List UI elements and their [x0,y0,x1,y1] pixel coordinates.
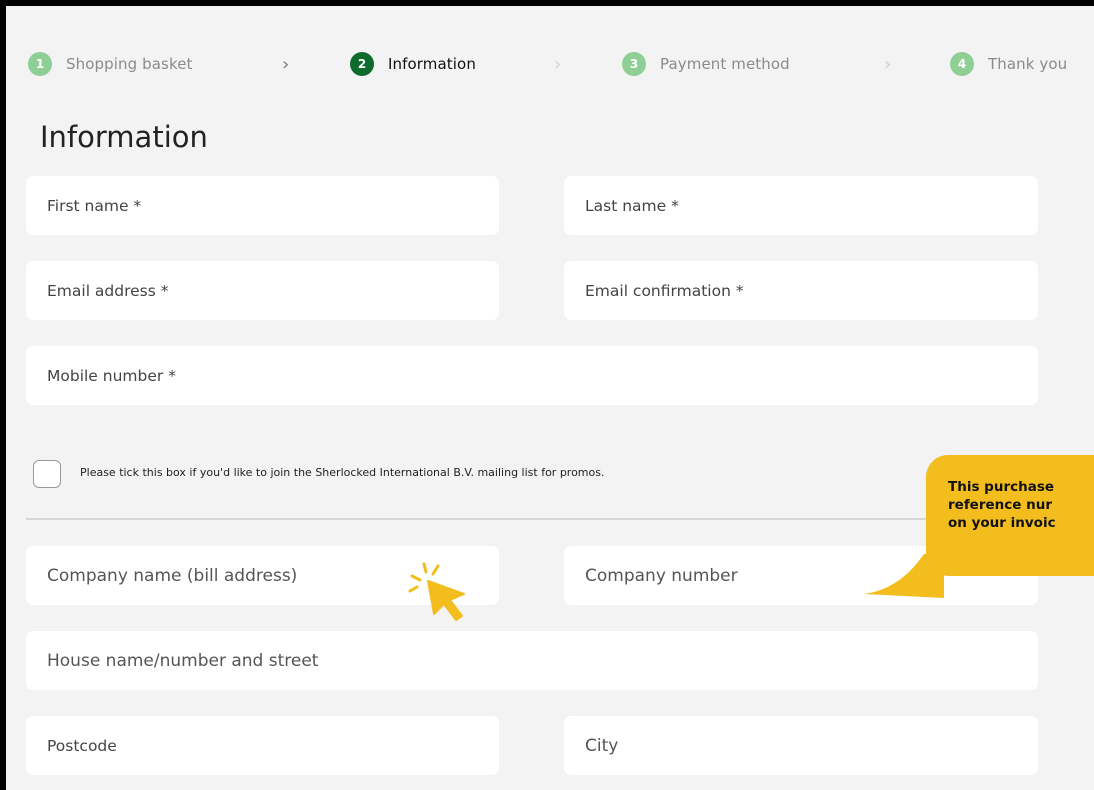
step-label: Information [388,55,476,73]
company-number-placeholder: Company number [585,565,738,586]
first-name-input[interactable]: First name * [26,176,499,235]
step-shopping-basket[interactable]: 1 Shopping basket [28,52,193,76]
email-placeholder: Email address * [47,281,169,300]
email-input[interactable]: Email address * [26,261,499,320]
chevron-right-icon: › [884,53,892,75]
company-name-placeholder: Company name (bill address) [47,565,298,586]
click-cursor-icon [408,562,465,621]
last-name-input[interactable]: Last name * [564,176,1038,235]
last-name-placeholder: Last name * [585,196,679,215]
postcode-placeholder: Postcode [47,736,117,755]
callout-text: This purchase reference nur on your invo… [948,478,1094,532]
page-title: Information [40,120,208,154]
step-label: Thank you [988,55,1068,73]
step-label: Shopping basket [66,55,193,73]
callout-line: on your invoic [948,515,1056,531]
step-label: Payment method [660,55,790,73]
mobile-number-placeholder: Mobile number * [47,366,176,385]
postcode-input[interactable]: Postcode [26,716,499,775]
section-divider [26,518,1066,520]
chevron-right-icon: › [554,53,562,75]
tooltip-callout: This purchase reference nur on your invo… [926,455,1094,576]
callout-line: reference nur [948,497,1053,513]
step-payment-method[interactable]: 3 Payment method [622,52,790,76]
step-number: 4 [950,52,974,76]
step-information[interactable]: 2 Information [350,52,476,76]
street-input[interactable]: House name/number and street [26,631,1038,690]
street-placeholder: House name/number and street [47,650,319,671]
step-number: 2 [350,52,374,76]
city-placeholder: City [585,735,619,756]
email-confirmation-placeholder: Email confirmation * [585,281,744,300]
mailing-list-checkbox[interactable] [33,460,61,488]
chevron-right-icon: › [282,53,290,75]
email-confirmation-input[interactable]: Email confirmation * [564,261,1038,320]
callout-line: This purchase [948,479,1055,495]
step-thank-you[interactable]: 4 Thank you [950,52,1067,76]
step-number: 1 [28,52,52,76]
mobile-number-input[interactable]: Mobile number * [26,346,1038,405]
mailing-list-label: Please tick this box if you'd like to jo… [80,466,605,479]
first-name-placeholder: First name * [47,196,142,215]
city-input[interactable]: City [564,716,1038,775]
step-number: 3 [622,52,646,76]
checkout-page: 1 Shopping basket › 2 Information › 3 Pa… [6,6,1094,790]
